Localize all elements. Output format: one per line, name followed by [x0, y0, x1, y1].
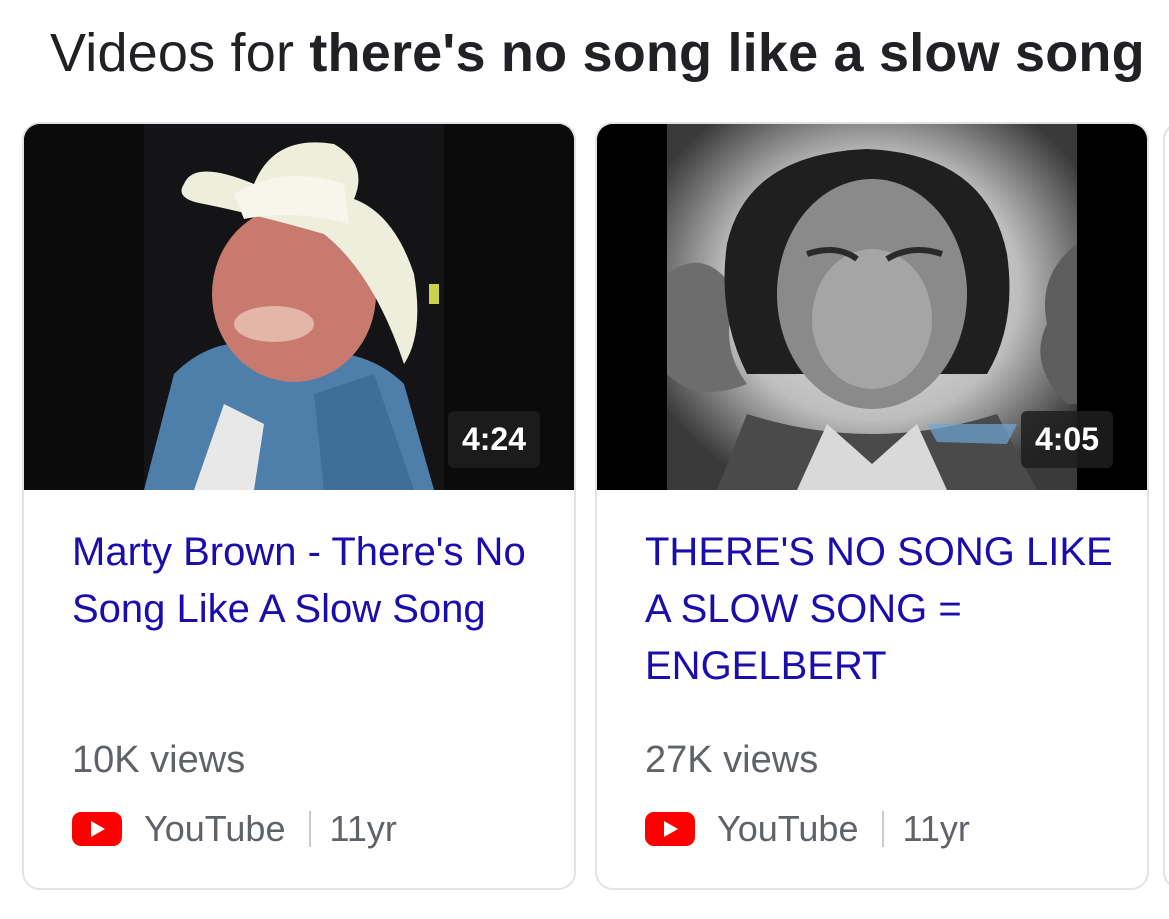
video-title-link[interactable]: THERE'S NO SONG LIKE A SLOW SONG = ENGEL…	[645, 524, 1115, 695]
video-age: 11yr	[329, 808, 397, 849]
video-duration: 4:24	[447, 411, 540, 468]
meta-divider	[309, 811, 312, 847]
meta-divider	[882, 811, 885, 847]
video-source: YouTube	[144, 808, 286, 849]
video-card-2[interactable]: 4:05 THERE'S NO SONG LIKE A SLOW SONG = …	[595, 122, 1149, 890]
video-thumbnail[interactable]: 4:05	[597, 124, 1147, 490]
heading-prefix: Videos for	[50, 23, 295, 83]
results-heading: Videos for there's no song like a slow s…	[50, 22, 1145, 84]
heading-query: there's no song like a slow song	[309, 23, 1145, 83]
video-meta: YouTube 11yr	[72, 807, 397, 851]
video-card-1[interactable]: 4:24 Marty Brown - There's No Song Like …	[22, 122, 576, 890]
video-title-link[interactable]: Marty Brown - There's No Song Like A Slo…	[72, 524, 542, 638]
video-views: 10K views	[72, 739, 246, 781]
youtube-icon	[72, 812, 122, 846]
video-meta: YouTube 11yr	[645, 807, 970, 851]
video-views: 27K views	[645, 739, 819, 781]
video-source: YouTube	[717, 808, 859, 849]
video-card-3-partial[interactable]	[1163, 122, 1169, 890]
video-duration: 4:05	[1020, 411, 1113, 468]
youtube-icon	[645, 812, 695, 846]
video-thumbnail[interactable]: 4:24	[24, 124, 574, 490]
video-age: 11yr	[902, 808, 970, 849]
